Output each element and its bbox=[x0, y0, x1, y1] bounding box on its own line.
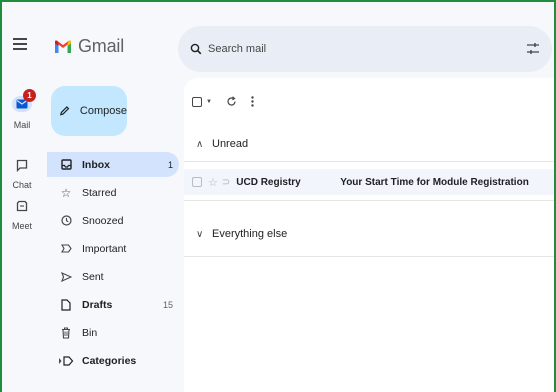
sidebar-item-label: Starred bbox=[82, 186, 117, 199]
clock-icon bbox=[56, 215, 76, 226]
gmail-logo[interactable]: Gmail bbox=[54, 36, 124, 57]
rail-item-chat[interactable]: Chat bbox=[4, 159, 40, 190]
chat-icon bbox=[16, 159, 28, 173]
sidebar-item-label: Bin bbox=[82, 326, 98, 339]
sidebar-item-categories[interactable]: Categories bbox=[47, 348, 179, 373]
email-subject: Your Start Time for Module Registration bbox=[340, 176, 529, 188]
table-row[interactable]: ☆ ⊃ UCD Registry Your Start Time for Mod… bbox=[184, 169, 554, 195]
unread-badge: 1 bbox=[23, 89, 36, 102]
email-sender: UCD Registry bbox=[236, 176, 301, 188]
sidebar-item-important[interactable]: Important bbox=[47, 236, 179, 261]
send-icon bbox=[56, 271, 76, 282]
sidebar-item-sent[interactable]: Sent bbox=[47, 264, 179, 289]
search-icon bbox=[190, 43, 202, 55]
app-rail: 1 Mail Chat Meet bbox=[4, 4, 40, 392]
trash-icon bbox=[56, 326, 76, 339]
chevron-down-icon: ∨ bbox=[196, 228, 204, 240]
row-checkbox[interactable] bbox=[192, 177, 202, 187]
draft-icon bbox=[56, 298, 76, 311]
gmail-window: 1 Mail Chat Meet Gmail Compose Inbox 1 ☆… bbox=[0, 0, 556, 392]
gmail-m-icon bbox=[55, 40, 71, 53]
divider bbox=[184, 200, 554, 201]
sidebar-item-snoozed[interactable]: Snoozed bbox=[47, 208, 179, 233]
star-icon[interactable]: ☆ bbox=[208, 176, 218, 189]
sidebar-item-inbox[interactable]: Inbox 1 bbox=[47, 152, 179, 177]
sidebar-item-label: Sent bbox=[82, 270, 104, 283]
search-options-icon[interactable] bbox=[526, 42, 540, 55]
section-header-everything-else[interactable]: ∨ Everything else bbox=[196, 228, 287, 240]
sidebar-item-label: Drafts bbox=[82, 298, 113, 311]
rail-label-chat: Chat bbox=[12, 180, 32, 190]
section-title: Everything else bbox=[212, 228, 288, 240]
inbox-icon bbox=[56, 159, 76, 170]
section-title: Unread bbox=[212, 138, 249, 150]
more-options-icon[interactable] bbox=[251, 96, 254, 107]
select-dropdown-icon[interactable]: ▼ bbox=[206, 99, 212, 105]
sidebar-item-drafts[interactable]: Drafts 15 bbox=[47, 292, 179, 317]
search-input[interactable]: Search mail bbox=[178, 26, 552, 72]
main-menu-icon[interactable] bbox=[13, 38, 27, 50]
search-placeholder: Search mail bbox=[208, 43, 267, 55]
rail-item-meet[interactable]: Meet bbox=[4, 200, 40, 231]
app-name: Gmail bbox=[78, 36, 125, 56]
sidebar-item-starred[interactable]: ☆ Starred bbox=[47, 180, 179, 205]
mail-icon: 1 bbox=[12, 89, 36, 112]
chevron-up-icon: ∧ bbox=[196, 138, 204, 150]
label-icon bbox=[56, 355, 76, 366]
sidebar-item-label: Snoozed bbox=[82, 214, 124, 227]
important-icon bbox=[56, 244, 76, 253]
select-all-checkbox[interactable] bbox=[192, 96, 202, 107]
important-marker-icon[interactable]: ⊃ bbox=[222, 177, 230, 188]
rail-label-mail: Mail bbox=[13, 120, 31, 130]
sidebar-item-label: Inbox bbox=[82, 158, 110, 171]
sidebar-item-label: Important bbox=[82, 242, 127, 255]
message-list-panel: ▼ ∧ Unread ☆ ⊃ UCD Registry Your Start T… bbox=[184, 78, 554, 392]
pencil-icon bbox=[60, 106, 70, 116]
meet-icon bbox=[16, 200, 28, 212]
divider bbox=[184, 256, 554, 257]
rail-label-meet: Meet bbox=[11, 221, 32, 231]
refresh-icon[interactable] bbox=[226, 96, 237, 107]
divider bbox=[184, 161, 554, 162]
list-toolbar: ▼ bbox=[192, 96, 254, 107]
compose-label: Compose bbox=[79, 105, 127, 117]
star-icon: ☆ bbox=[60, 185, 72, 200]
sidebar-item-label: Categories bbox=[82, 354, 137, 367]
section-header-unread[interactable]: ∧ Unread bbox=[196, 138, 248, 150]
rail-item-mail[interactable]: 1 Mail bbox=[4, 89, 40, 130]
compose-button[interactable]: Compose bbox=[51, 86, 127, 136]
inbox-count: 1 bbox=[167, 159, 173, 170]
sidebar-item-bin[interactable]: Bin bbox=[47, 320, 179, 345]
drafts-count: 15 bbox=[162, 299, 173, 310]
